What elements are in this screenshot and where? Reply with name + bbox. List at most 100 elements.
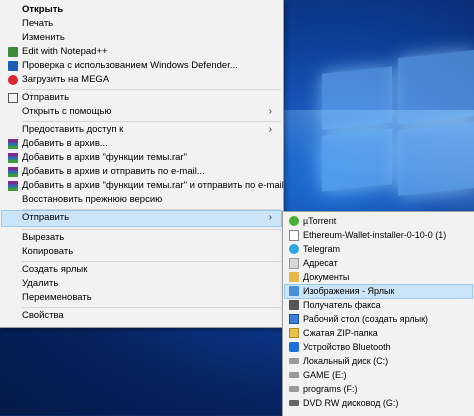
- menu-item-rename[interactable]: Переименовать: [2, 291, 281, 305]
- menu-item-label: Копировать: [22, 246, 74, 257]
- context-menu: Открыть Печать Изменить Edit with Notepa…: [0, 0, 284, 328]
- submenu-item-label: Адресат: [303, 258, 338, 268]
- menu-item-create-shortcut[interactable]: Создать ярлык: [2, 263, 281, 277]
- send-to-bluetooth-device[interactable]: Устройство Bluetooth: [285, 341, 472, 354]
- send-to-submenu: µTorrent Ethereum-Wallet-installer-0-10-…: [282, 211, 474, 416]
- documents-folder-icon: [289, 272, 299, 282]
- menu-item-label: Переименовать: [22, 292, 92, 303]
- menu-separator: [22, 89, 281, 90]
- menu-item-label: Предоставить доступ к: [22, 124, 124, 135]
- menu-item-label: Открыть: [22, 4, 64, 15]
- share-icon: [8, 93, 18, 103]
- menu-item-upload-mega[interactable]: Загрузить на MEGA: [2, 73, 281, 87]
- hard-drive-icon: [289, 358, 299, 364]
- menu-item-named-archive-and-email[interactable]: Добавить в архив "функции темы.rar" и от…: [2, 179, 284, 193]
- desktop-icon: [289, 314, 299, 324]
- menu-item-label: Удалить: [22, 278, 59, 289]
- menu-item-label: Добавить в архив...: [22, 138, 108, 149]
- menu-item-label: Отправить: [22, 92, 70, 103]
- windows-logo-wallpaper: [300, 40, 474, 210]
- menu-separator: [22, 307, 281, 308]
- menu-item-label: Добавить в архив "функции темы.rar": [22, 152, 187, 163]
- menu-item-add-to-named-archive[interactable]: Добавить в архив "функции темы.rar": [2, 151, 281, 165]
- fax-icon: [289, 300, 299, 310]
- menu-item-archive-and-email[interactable]: Добавить в архив и отправить по e-mail..…: [2, 165, 281, 179]
- send-to-dvd-rw-g[interactable]: DVD RW дисковод (G:): [285, 397, 472, 410]
- send-to-zip-folder[interactable]: Сжатая ZIP-папка: [285, 327, 472, 340]
- document-icon: [289, 230, 299, 241]
- menu-item-label: Изменить: [22, 32, 65, 43]
- menu-item-open-with[interactable]: Открыть с помощью ›: [2, 105, 281, 119]
- menu-item-edit-notepad-plus-plus[interactable]: Edit with Notepad++: [2, 45, 281, 59]
- menu-item-give-access[interactable]: Предоставить доступ к ›: [2, 123, 281, 137]
- menu-item-add-to-archive[interactable]: Добавить в архив...: [2, 137, 281, 151]
- winrar-icon: [8, 181, 18, 191]
- send-to-fax-recipient[interactable]: Получатель факса: [285, 299, 472, 312]
- menu-item-label: Вырезать: [22, 232, 65, 243]
- winrar-icon: [8, 167, 18, 177]
- mega-icon: [8, 75, 18, 85]
- pictures-folder-icon: [289, 286, 299, 296]
- submenu-item-label: Устройство Bluetooth: [303, 342, 391, 352]
- menu-item-label: Свойства: [22, 310, 64, 321]
- submenu-item-label: µTorrent: [303, 216, 337, 226]
- submenu-item-label: Ethereum-Wallet-installer-0-10-0 (1): [303, 230, 447, 240]
- menu-separator: [22, 261, 281, 262]
- menu-item-edit[interactable]: Изменить: [2, 31, 281, 45]
- chevron-right-icon: ›: [268, 106, 272, 117]
- menu-item-properties[interactable]: Свойства: [2, 309, 281, 323]
- submenu-item-label: Сжатая ZIP-папка: [303, 328, 378, 338]
- winrar-icon: [8, 139, 18, 149]
- submenu-item-label: Локальный диск (C:): [303, 356, 389, 366]
- bluetooth-icon: [289, 342, 299, 352]
- submenu-item-label: Изображения - Ярлык: [303, 286, 395, 296]
- submenu-item-label: Документы: [303, 272, 350, 282]
- menu-item-label: Печать: [22, 18, 54, 29]
- menu-separator: [22, 121, 281, 122]
- menu-item-copy[interactable]: Копировать: [2, 245, 281, 259]
- menu-item-open[interactable]: Открыть: [2, 3, 281, 17]
- send-to-contact[interactable]: Адресат: [285, 257, 472, 270]
- send-to-programs-f[interactable]: programs (F:): [285, 383, 472, 396]
- menu-item-share[interactable]: Отправить: [2, 91, 281, 105]
- submenu-item-label: Получатель факса: [303, 300, 381, 310]
- menu-item-label: Загрузить на MEGA: [22, 74, 110, 85]
- menu-item-windows-defender-scan[interactable]: Проверка с использованием Windows Defend…: [2, 59, 281, 73]
- contact-icon: [289, 258, 299, 269]
- menu-separator: [22, 229, 281, 230]
- menu-item-cut[interactable]: Вырезать: [2, 231, 281, 245]
- send-to-game-e[interactable]: GAME (E:): [285, 369, 472, 382]
- windows-defender-icon: [8, 61, 18, 71]
- menu-item-label: Создать ярлык: [22, 264, 88, 275]
- menu-item-print[interactable]: Печать: [2, 17, 281, 31]
- send-to-documents[interactable]: Документы: [285, 271, 472, 284]
- winrar-icon: [8, 153, 18, 163]
- menu-item-label: Открыть с помощью: [22, 106, 112, 117]
- zip-folder-icon: [289, 328, 299, 338]
- hard-drive-icon: [289, 372, 299, 378]
- submenu-item-label: Telegram: [303, 244, 341, 254]
- menu-item-restore-previous-version[interactable]: Восстановить прежнюю версию: [2, 193, 281, 207]
- send-to-utorrent[interactable]: µTorrent: [285, 215, 472, 228]
- submenu-item-label: DVD RW дисковод (G:): [303, 398, 399, 408]
- telegram-icon: [289, 244, 299, 254]
- notepad-plus-plus-icon: [8, 47, 18, 57]
- menu-item-label: Добавить в архив "функции темы.rar" и от…: [22, 180, 284, 191]
- hard-drive-icon: [289, 386, 299, 392]
- menu-item-label: Восстановить прежнюю версию: [22, 194, 163, 205]
- send-to-pictures-shortcut[interactable]: Изображения - Ярлык: [284, 284, 473, 299]
- menu-item-label: Отправить: [22, 212, 70, 223]
- send-to-ethereum-wallet-installer[interactable]: Ethereum-Wallet-installer-0-10-0 (1): [285, 229, 472, 242]
- dvd-drive-icon: [289, 400, 299, 406]
- send-to-desktop-shortcut[interactable]: Рабочий стол (создать ярлык): [285, 313, 472, 326]
- menu-item-delete[interactable]: Удалить: [2, 277, 281, 291]
- submenu-item-label: Рабочий стол (создать ярлык): [303, 314, 429, 324]
- chevron-right-icon: ›: [268, 124, 272, 135]
- submenu-item-label: GAME (E:): [303, 370, 347, 380]
- send-to-telegram[interactable]: Telegram: [285, 243, 472, 256]
- menu-separator: [22, 209, 281, 210]
- menu-item-send-to[interactable]: Отправить ›: [1, 210, 282, 227]
- submenu-item-label: programs (F:): [303, 384, 358, 394]
- utorrent-icon: [289, 216, 299, 226]
- send-to-local-disk-c[interactable]: Локальный диск (C:): [285, 355, 472, 368]
